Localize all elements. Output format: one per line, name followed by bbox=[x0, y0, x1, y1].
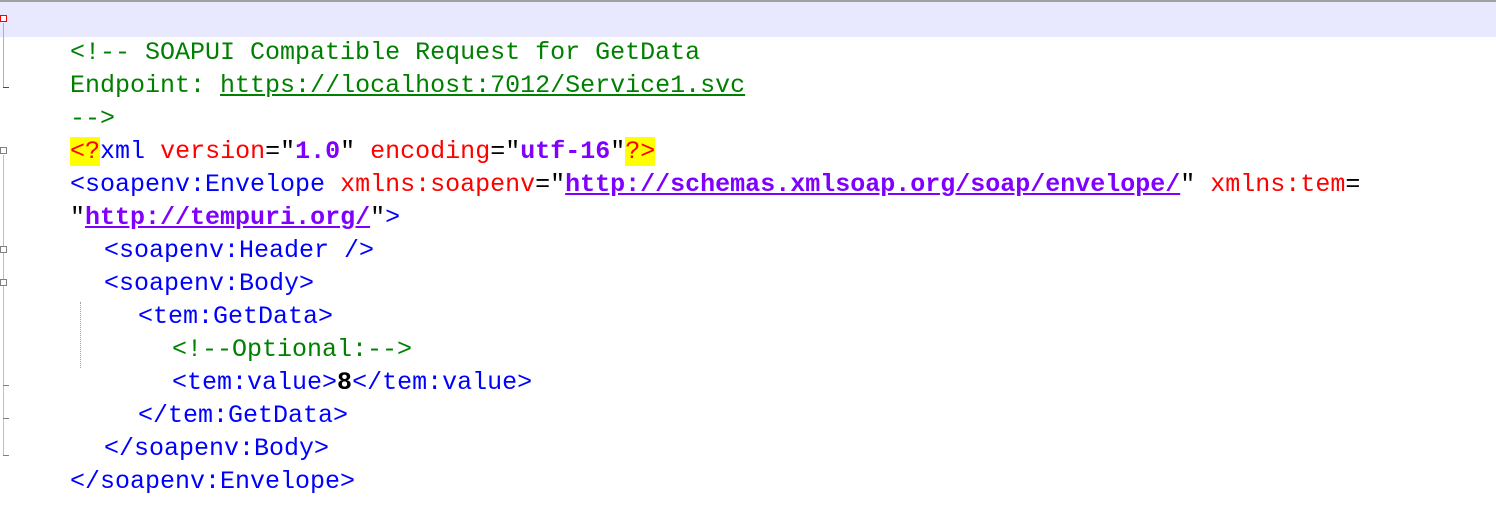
code-line-14[interactable]: </soapenv:Envelope> bbox=[10, 432, 355, 496]
xml-editor[interactable]: <!-- SOAPUI Compatible Request for GetDa… bbox=[0, 0, 1496, 496]
fold-toggle-body[interactable] bbox=[0, 246, 7, 253]
code-line-13[interactable]: </soapenv:Body> bbox=[44, 399, 329, 463]
fold-end bbox=[3, 418, 9, 419]
code-line-1[interactable]: <!-- SOAPUI Compatible Request for GetDa… bbox=[10, 3, 700, 67]
code-line-9[interactable]: <tem:GetData> bbox=[78, 267, 333, 331]
fold-toggle-envelope[interactable] bbox=[0, 147, 7, 154]
fold-line bbox=[3, 23, 4, 87]
fold-toggle-comment[interactable] bbox=[0, 15, 7, 22]
code-line-6[interactable]: "http://tempuri.org/"> bbox=[10, 168, 400, 232]
fold-end bbox=[3, 455, 9, 456]
fold-end bbox=[3, 385, 9, 386]
code-line-4[interactable]: <?xml version="1.0" encoding="utf-16"?> bbox=[10, 102, 656, 166]
fold-end bbox=[3, 87, 9, 88]
value-close-tag: </tem:value> bbox=[352, 368, 533, 397]
fold-margin bbox=[0, 2, 10, 498]
attr-xmlns-tem: xmlns:tem bbox=[1210, 170, 1346, 199]
code-line-2[interactable]: Endpoint: https://localhost:7012/Service… bbox=[10, 36, 745, 100]
soapenv-namespace-link[interactable]: http://schemas.xmlsoap.org/soap/envelope… bbox=[565, 170, 1180, 199]
code-line-12[interactable]: </tem:GetData> bbox=[78, 366, 348, 430]
endpoint-link[interactable]: https://localhost:7012/Service1.svc bbox=[220, 71, 745, 100]
code-line-3[interactable]: --> bbox=[10, 69, 115, 133]
tag-end: > bbox=[385, 203, 401, 232]
fold-toggle-getdata[interactable] bbox=[0, 279, 7, 286]
code-line-11[interactable]: <tem:value>8</tem:value> bbox=[112, 333, 532, 397]
fold-line bbox=[3, 155, 4, 455]
code-line-7[interactable]: <soapenv:Header /> bbox=[44, 201, 374, 265]
code-line-10[interactable]: <!--Optional:--> bbox=[112, 300, 412, 364]
envelope-close-tag: </soapenv:Envelope> bbox=[70, 467, 356, 496]
code-line-5[interactable]: <soapenv:Envelope xmlns:soapenv="http://… bbox=[10, 135, 1360, 199]
code-line-8[interactable]: <soapenv:Body> bbox=[44, 234, 314, 298]
